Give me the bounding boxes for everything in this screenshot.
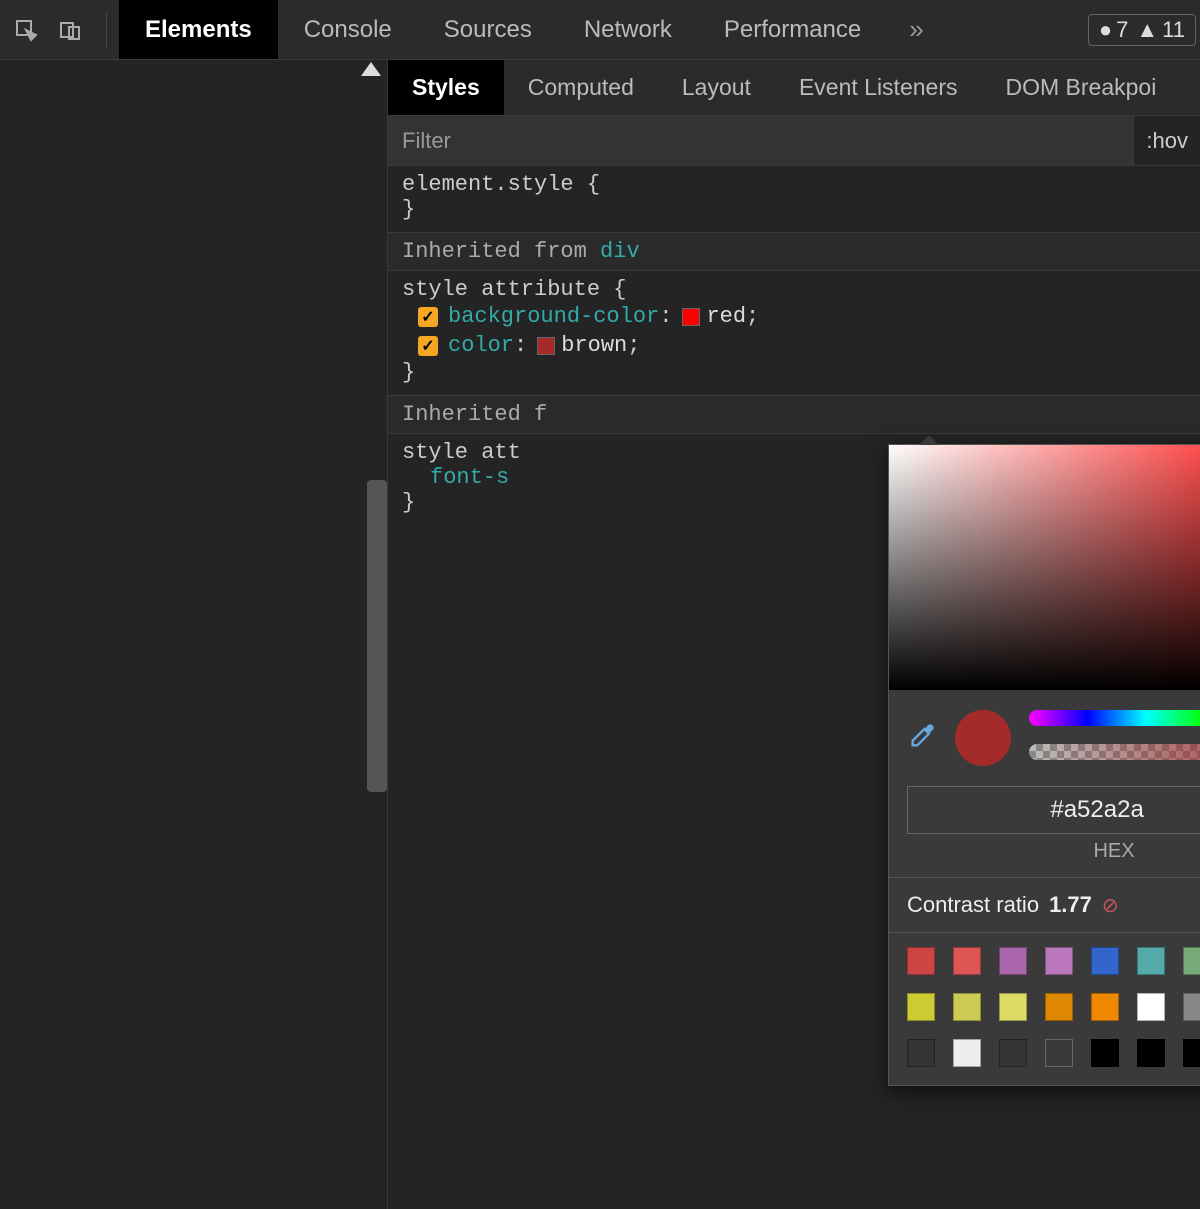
contrast-row[interactable]: Contrast ratio 1.77 ⊘ ⌄ xyxy=(889,878,1200,933)
palette-swatch[interactable] xyxy=(1183,993,1200,1021)
prop-row-bg[interactable]: ✓ background-color: red; xyxy=(402,302,1186,331)
inherited-header-2: Inherited f xyxy=(388,395,1200,434)
palette-swatch[interactable] xyxy=(999,993,1027,1021)
eyedropper-icon[interactable] xyxy=(907,722,937,755)
inherited-label: Inherited from xyxy=(402,239,587,264)
palette-swatch[interactable] xyxy=(1045,947,1073,975)
tab-network[interactable]: Network xyxy=(558,0,698,59)
prop-name-partial: font-s xyxy=(402,465,509,490)
contrast-value: 1.77 xyxy=(1049,892,1092,918)
scrollbar-thumb[interactable] xyxy=(367,480,387,792)
palette-swatch[interactable] xyxy=(1045,1039,1073,1067)
hex-input[interactable] xyxy=(907,786,1200,834)
selector: style attribute xyxy=(402,277,600,302)
toolbar-separator xyxy=(106,12,107,48)
tab-console[interactable]: Console xyxy=(278,0,418,59)
subtab-event-listeners[interactable]: Event Listeners xyxy=(775,60,982,115)
inherited-header: Inherited from div xyxy=(388,232,1200,271)
palette-swatch[interactable] xyxy=(907,1039,935,1067)
palette-swatch[interactable] xyxy=(999,947,1027,975)
prop-value[interactable]: red xyxy=(706,304,746,329)
palette-section: ▲▼ xyxy=(889,933,1200,1085)
palette-swatch[interactable] xyxy=(999,1039,1027,1067)
alpha-slider[interactable] xyxy=(1029,744,1200,766)
palette-swatch[interactable] xyxy=(907,993,935,1021)
main-tabs: Elements Console Sources Network Perform… xyxy=(119,0,887,59)
palette-swatch[interactable] xyxy=(953,993,981,1021)
subtab-layout[interactable]: Layout xyxy=(658,60,775,115)
element-style-rule[interactable]: element.style { } xyxy=(388,166,1200,232)
palette-swatch[interactable] xyxy=(1183,1039,1200,1067)
collapse-triangle-icon[interactable] xyxy=(361,62,381,76)
tab-elements[interactable]: Elements xyxy=(119,0,278,59)
color-swatch-icon[interactable] xyxy=(682,308,700,326)
popover-arrow-icon xyxy=(919,435,939,445)
contrast-fail-icon: ⊘ xyxy=(1102,893,1119,918)
subtab-dom-breakpoints[interactable]: DOM Breakpoi xyxy=(981,60,1180,115)
brace-close: } xyxy=(402,197,415,222)
error-count: 7 xyxy=(1116,17,1128,43)
color-picker-popover: ▲▼ HEX Contrast ratio 1.77 ⊘ ⌄ ▲▼ xyxy=(888,444,1200,1086)
prop-row-color[interactable]: ✓ color: brown; xyxy=(402,331,1186,360)
selector: element.style xyxy=(402,172,574,197)
color-preview-circle xyxy=(955,710,1011,766)
palette-swatch[interactable] xyxy=(1137,947,1165,975)
palette-swatch[interactable] xyxy=(1137,993,1165,1021)
brace-close: } xyxy=(402,490,415,515)
dom-tree-panel[interactable] xyxy=(0,60,388,1209)
subtab-styles[interactable]: Styles xyxy=(388,60,504,115)
checkbox-icon[interactable]: ✓ xyxy=(418,307,438,327)
palette-swatch[interactable] xyxy=(1183,947,1200,975)
subtab-computed[interactable]: Computed xyxy=(504,60,658,115)
inspect-icon[interactable] xyxy=(6,10,46,50)
issues-badge[interactable]: ● 7 ▲ 11 xyxy=(1088,14,1196,46)
palette-swatch[interactable] xyxy=(907,947,935,975)
warning-count: 11 xyxy=(1162,17,1185,43)
sub-tabs: Styles Computed Layout Event Listeners D… xyxy=(388,60,1200,116)
spectrum-field[interactable] xyxy=(889,445,1200,690)
prop-name[interactable]: color xyxy=(448,333,514,358)
inherited-link[interactable]: div xyxy=(600,239,640,264)
contrast-label: Contrast ratio xyxy=(907,892,1039,918)
palette-swatch[interactable] xyxy=(953,1039,981,1067)
palette-swatch[interactable] xyxy=(953,947,981,975)
filter-row: :hov xyxy=(388,116,1200,166)
warning-triangle-icon: ▲ xyxy=(1136,17,1158,43)
devtools-main-toolbar: Elements Console Sources Network Perform… xyxy=(0,0,1200,60)
palette-swatch[interactable] xyxy=(1091,947,1119,975)
palette-swatch[interactable] xyxy=(1091,1039,1119,1067)
hov-toggle[interactable]: :hov xyxy=(1133,116,1200,165)
styles-panel: Styles Computed Layout Event Listeners D… xyxy=(388,60,1200,1209)
color-swatch-icon[interactable] xyxy=(537,337,555,355)
palette-swatch[interactable] xyxy=(1045,993,1073,1021)
brace-open: { xyxy=(613,277,626,302)
tab-sources[interactable]: Sources xyxy=(418,0,558,59)
more-tabs-icon[interactable]: » xyxy=(899,14,933,45)
style-attribute-rule[interactable]: style attribute { ✓ background-color: re… xyxy=(388,271,1200,395)
tab-performance[interactable]: Performance xyxy=(698,0,887,59)
palette-swatch[interactable] xyxy=(1091,993,1119,1021)
error-dot-icon: ● xyxy=(1099,17,1112,43)
palette-swatch[interactable] xyxy=(1137,1039,1165,1067)
toolbar-right: ● 7 ▲ 11 xyxy=(1088,14,1200,46)
prop-value[interactable]: brown xyxy=(561,333,627,358)
brace-close: } xyxy=(402,360,415,385)
hue-slider[interactable] xyxy=(1029,710,1200,732)
inherited-label-partial: Inherited f xyxy=(402,402,547,427)
brace-open: { xyxy=(587,172,600,197)
prop-name[interactable]: background-color xyxy=(448,304,659,329)
hex-label: HEX xyxy=(889,840,1200,878)
selector-partial: style att xyxy=(402,440,521,465)
device-toggle-icon[interactable] xyxy=(50,10,90,50)
filter-input[interactable] xyxy=(388,116,1133,165)
checkbox-icon[interactable]: ✓ xyxy=(418,336,438,356)
